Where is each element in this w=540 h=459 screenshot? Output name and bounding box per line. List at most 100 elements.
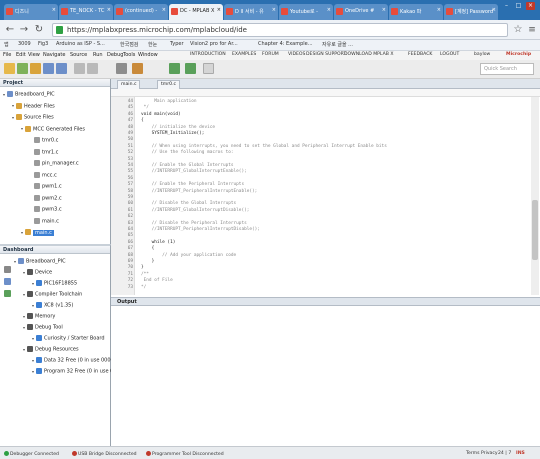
tree-node[interactable]: mcc.c <box>30 171 57 178</box>
quick-search-input[interactable]: Quick Search <box>480 63 534 75</box>
close-project-icon[interactable] <box>56 63 67 74</box>
tree-node[interactable]: ▾ Breadboard_PIC <box>3 91 55 98</box>
menu-navigate[interactable]: Navigate <box>43 52 65 58</box>
tree-node[interactable]: pwm3.c <box>30 206 62 213</box>
tree-node-selected[interactable]: ▾ main.c <box>21 229 54 236</box>
tree-node[interactable]: main.c <box>30 217 59 224</box>
tab-close-icon[interactable]: × <box>272 7 276 13</box>
editor-scrollbar-thumb[interactable] <box>532 200 538 260</box>
browser-tab[interactable]: 디즈니 × <box>4 4 58 20</box>
build-icon[interactable] <box>116 63 127 74</box>
tab-close-icon[interactable]: × <box>437 7 441 13</box>
site-link[interactable]: DOWNLOAD MPLAB X <box>344 52 394 57</box>
download-hex-icon[interactable] <box>185 63 196 74</box>
site-link[interactable]: FORUM <box>262 52 279 57</box>
dashboard-settings-icon[interactable] <box>4 266 11 273</box>
site-link[interactable]: LOGOUT <box>440 52 459 57</box>
tree-node[interactable]: ▾ Memory <box>23 313 55 320</box>
browser-tab[interactable]: OneDrive # × <box>334 4 388 20</box>
tab-close-icon[interactable]: × <box>217 7 221 13</box>
tab-close-icon[interactable]: × <box>162 7 166 13</box>
menu-source[interactable]: Source <box>70 52 87 58</box>
chrome-menu-icon[interactable]: ≡ <box>526 24 538 36</box>
tree-node[interactable]: ▾ XC8 (v1.35) <box>32 302 73 309</box>
clean-build-icon[interactable] <box>132 63 143 74</box>
browser-tab[interactable]: (continued) - × <box>114 4 168 20</box>
browser-tab[interactable]: Kakao 파 × <box>389 4 443 20</box>
tree-node[interactable]: ▾ Curiosity / Starter Board <box>32 335 105 342</box>
folder-icon <box>36 302 42 308</box>
minimize-icon[interactable]: – <box>502 2 511 10</box>
bookmark-item[interactable]: 3009 <box>18 41 31 47</box>
dashboard-refresh-icon[interactable] <box>4 278 11 285</box>
browser-tab[interactable]: DC - MPLAB X × <box>169 4 223 20</box>
tree-node[interactable]: ▾ Header Files <box>12 102 55 109</box>
tab-close-icon[interactable]: × <box>52 7 56 13</box>
tree-node[interactable]: ▾ Source Files <box>12 114 54 121</box>
tree-node[interactable]: tmr1.c <box>30 148 58 155</box>
tree-node[interactable]: ▾ Compiler Toolchain <box>23 291 82 298</box>
back-icon[interactable]: ← <box>4 24 16 36</box>
user-menu[interactable]: baylow <box>474 52 490 57</box>
browser-tab[interactable]: [계정] Password × <box>444 4 498 20</box>
tab-close-icon[interactable]: × <box>107 7 111 13</box>
tree-node[interactable]: ▾ PIC16F18855 <box>32 280 77 287</box>
site-link[interactable]: FEEDBACK <box>408 52 432 57</box>
terms-privacy-link[interactable]: Terms Privacy <box>466 451 498 456</box>
url-field[interactable]: https://mplabxpress.microchip.com/mplabc… <box>52 23 508 37</box>
new-file-icon[interactable] <box>4 63 15 74</box>
tab-close-icon[interactable]: × <box>382 7 386 13</box>
mcc-icon[interactable] <box>203 63 214 74</box>
site-link[interactable]: EXAMPLES <box>232 52 256 57</box>
new-project-icon[interactable] <box>17 63 28 74</box>
browser-tab[interactable]: D II 서비 - 유 × <box>224 4 278 20</box>
undo-icon[interactable] <box>74 63 85 74</box>
open-project-icon[interactable] <box>30 63 41 74</box>
tree-node[interactable]: pwm2.c <box>30 194 62 201</box>
menu-edit[interactable]: Edit <box>16 52 26 58</box>
save-all-icon[interactable] <box>43 63 54 74</box>
forward-icon[interactable]: → <box>18 24 30 36</box>
make-program-icon[interactable] <box>169 63 180 74</box>
bookmark-item[interactable]: 자유로 글을 ... <box>322 41 353 48</box>
menu-file[interactable]: File <box>3 52 11 58</box>
tree-node[interactable]: ▾ Breadboard_PIC <box>14 258 66 265</box>
bookmark-item[interactable]: Vision2 pro for Ar... <box>190 41 238 47</box>
tree-node[interactable]: ▾ Debug Resources <box>23 346 79 353</box>
bookmark-item[interactable]: Typer <box>170 41 184 47</box>
tab-close-icon[interactable]: × <box>492 7 496 13</box>
site-link[interactable]: INTRODUCTION <box>190 52 226 57</box>
close-icon[interactable]: × <box>526 2 535 10</box>
tab-close-icon[interactable]: × <box>327 7 331 13</box>
tree-node[interactable]: ▾ Device <box>23 269 52 276</box>
star-icon[interactable]: ☆ <box>512 24 524 36</box>
menu-window[interactable]: Window <box>138 52 158 58</box>
site-link[interactable]: VIDEOS <box>288 52 305 57</box>
bookmark-item[interactable]: 한눈 <box>148 41 157 48</box>
reload-icon[interactable]: ↻ <box>33 24 45 36</box>
menu-debug[interactable]: Debug <box>107 52 123 58</box>
menu-view[interactable]: View <box>28 52 40 58</box>
menu-run[interactable]: Run <box>93 52 103 58</box>
tree-node[interactable]: ▾ Debug Tool <box>23 324 63 331</box>
tree-node[interactable]: tmr0.c <box>30 137 58 144</box>
bookmark-item[interactable]: Chapter 4: Example... <box>258 41 313 47</box>
tree-node[interactable]: pwm1.c <box>30 183 62 190</box>
tree-node[interactable]: ▾ MCC Generated Files <box>21 125 85 132</box>
menu-tools[interactable]: Tools <box>123 52 135 58</box>
site-link[interactable]: DESIGN SUPPORT <box>306 52 346 57</box>
browser-tab[interactable]: TE_NOCK - TC × <box>59 4 113 20</box>
redo-icon[interactable] <box>87 63 98 74</box>
tree-node[interactable]: ▾ Data 32 Free (0 in use 0000) <box>32 357 116 364</box>
editor-scrollbar[interactable] <box>531 97 539 295</box>
bookmark-item[interactable]: 한국점검 <box>120 41 138 48</box>
maximize-icon[interactable]: □ <box>514 2 523 10</box>
editor-tab[interactable]: main.c <box>117 80 141 89</box>
bookmark-item[interactable]: 앱 <box>4 41 9 48</box>
dashboard-info-icon[interactable] <box>4 290 11 297</box>
bookmark-item[interactable]: Fig3 <box>38 41 48 47</box>
editor-tab[interactable]: tmr0.c <box>157 80 181 89</box>
bookmark-item[interactable]: Arduino as ISP - S... <box>56 41 105 47</box>
tree-node[interactable]: pin_manager.c <box>30 160 79 167</box>
browser-tab[interactable]: Youtube로 - × <box>279 4 333 20</box>
